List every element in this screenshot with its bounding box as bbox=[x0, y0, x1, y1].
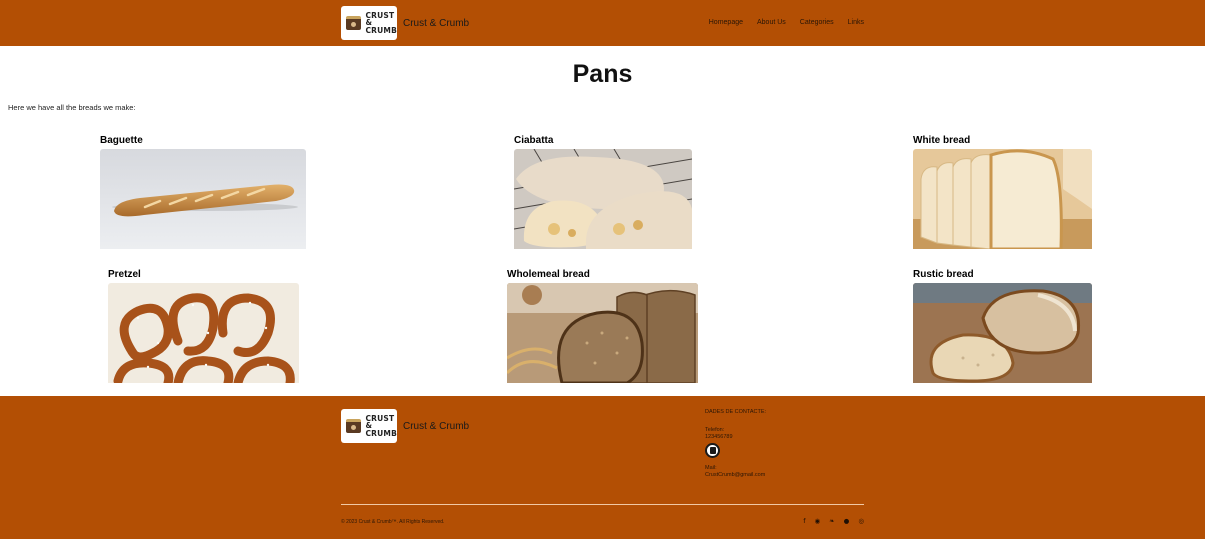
ciabatta-photo[interactable] bbox=[514, 149, 692, 253]
bread-name: Pretzel bbox=[108, 269, 141, 280]
footer-brand-name: Crust & Crumb bbox=[403, 421, 470, 432]
nav-about-us[interactable]: About Us bbox=[757, 19, 786, 26]
phone-label: Telefon: bbox=[705, 427, 725, 433]
phone-number[interactable]: 123456789 bbox=[705, 434, 766, 441]
bread-jar-icon bbox=[346, 16, 362, 30]
pretzel-photo[interactable] bbox=[108, 283, 299, 387]
social-links: f ◉ ❧ ● ◎ bbox=[803, 518, 864, 525]
bread-card-ciabatta[interactable]: Ciabatta bbox=[514, 135, 692, 253]
brand-name: Crust & Crumb bbox=[403, 18, 470, 29]
main-nav: Homepage About Us Categories Links bbox=[709, 19, 864, 26]
page-title: Pans bbox=[572, 60, 633, 88]
bread-card-wholemeal-bread[interactable]: Wholemeal bread bbox=[507, 269, 698, 387]
bread-card-baguette[interactable]: Baguette bbox=[100, 135, 306, 253]
bread-card-rustic-bread[interactable]: Rustic bread bbox=[913, 269, 1092, 387]
bread-card-pretzel[interactable]: Pretzel bbox=[108, 269, 299, 387]
white-bread-photo[interactable] bbox=[913, 149, 1092, 253]
footer-divider bbox=[341, 504, 864, 505]
intro-text: Here we have all the breads we make: bbox=[8, 103, 136, 112]
nav-homepage[interactable]: Homepage bbox=[709, 19, 743, 26]
bread-jar-icon bbox=[346, 419, 362, 433]
site-footer: CRUST & CRUMB Crust & Crumb DADES DE CON… bbox=[0, 396, 1205, 539]
rustic-bread-photo[interactable] bbox=[913, 283, 1092, 387]
nav-links[interactable]: Links bbox=[848, 19, 864, 26]
nav-categories[interactable]: Categories bbox=[800, 19, 834, 26]
bread-name: Rustic bread bbox=[913, 269, 974, 280]
baguette-photo[interactable] bbox=[100, 149, 306, 253]
twitter-icon[interactable]: ❧ bbox=[829, 518, 834, 525]
bread-name: White bread bbox=[913, 135, 971, 146]
bread-name: Wholemeal bread bbox=[507, 269, 590, 280]
footer-logo[interactable]: CRUST & CRUMB bbox=[341, 409, 397, 443]
bread-card-white-bread[interactable]: White bread bbox=[913, 135, 1092, 253]
header-logo[interactable]: CRUST & CRUMB bbox=[341, 6, 397, 40]
logo-wordmark: CRUST & CRUMB bbox=[365, 413, 397, 438]
contact-heading: DADES DE CONTACTE: bbox=[705, 409, 767, 415]
discord-icon[interactable]: ◉ bbox=[815, 518, 821, 525]
site-header: CRUST & CRUMB Crust & Crumb Homepage Abo… bbox=[0, 0, 1205, 46]
logo-wordmark: CRUST & CRUMB bbox=[365, 10, 397, 35]
github-icon[interactable]: ● bbox=[844, 518, 850, 525]
copyright: © 2023 Crust & Crumb™. All Rights Reserv… bbox=[341, 519, 445, 525]
bread-name: Ciabatta bbox=[514, 135, 554, 146]
wholemeal-bread-photo[interactable] bbox=[507, 283, 698, 387]
contact-info: DADES DE CONTACTE: Telefon: 123456789 Ma… bbox=[705, 409, 766, 479]
facebook-icon[interactable]: f bbox=[803, 518, 805, 525]
mail-address[interactable]: CrustCrumb@gmail.com bbox=[705, 472, 766, 479]
mail-label: Mail: bbox=[705, 465, 717, 471]
dribbble-icon[interactable]: ◎ bbox=[858, 518, 864, 525]
bread-name: Baguette bbox=[100, 135, 143, 146]
phone-icon[interactable] bbox=[705, 443, 720, 458]
